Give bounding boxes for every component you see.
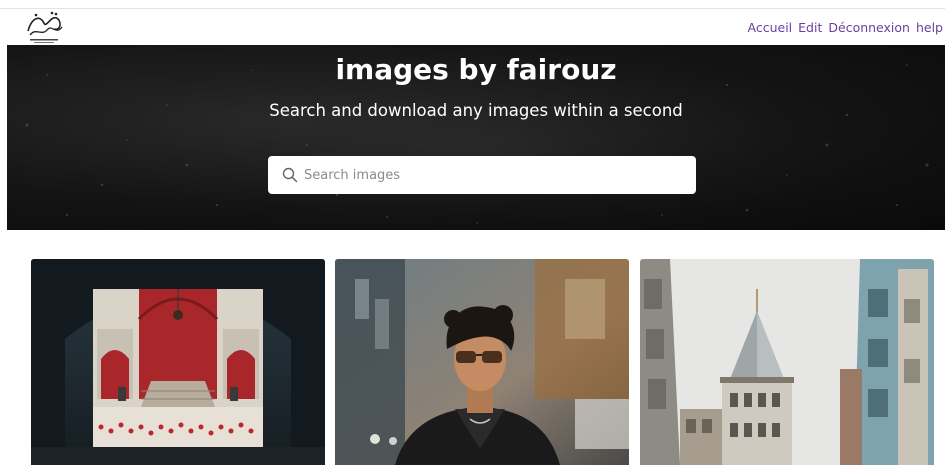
archway-courtyard-photo [31, 259, 325, 465]
search-input[interactable] [304, 156, 684, 194]
hero-title: images by fairouz [335, 53, 617, 86]
nav-link-deconnexion[interactable]: Déconnexion [828, 20, 910, 35]
nav-link-edit[interactable]: Edit [798, 20, 822, 35]
man-sunglasses-photo [335, 259, 629, 465]
hero-subtitle: Search and download any images within a … [269, 101, 683, 120]
gallery-image-2[interactable] [335, 259, 629, 465]
gallery-image-1[interactable] [31, 259, 325, 465]
brand-logo[interactable] [22, 9, 68, 45]
hero-banner: images by fairouz Search and download an… [7, 45, 945, 230]
search-box[interactable] [268, 156, 696, 194]
nav-link-accueil[interactable]: Accueil [748, 20, 793, 35]
navbar: Accueil Edit Déconnexion help [0, 9, 945, 45]
search-icon [282, 167, 298, 187]
tower-street-photo [640, 259, 934, 465]
gallery-image-3[interactable] [640, 259, 934, 465]
nav-link-help[interactable]: help [916, 20, 943, 35]
nav-links: Accueil Edit Déconnexion help [748, 20, 943, 35]
